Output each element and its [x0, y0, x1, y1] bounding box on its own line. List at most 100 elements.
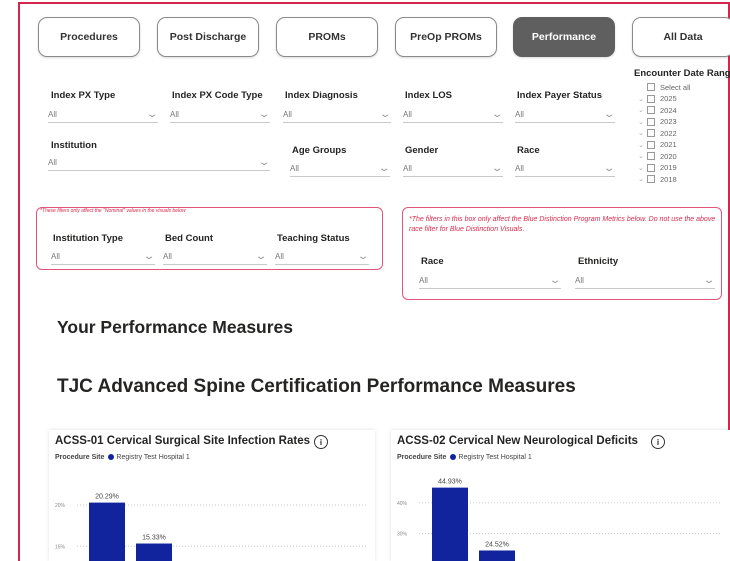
encounter-date-range-title: Encounter Date Range — [634, 68, 730, 79]
gender-label: Gender — [405, 145, 439, 156]
acss02-chart: 40% 30% 44.93% 24.52% — [397, 479, 722, 561]
info-icon[interactable]: i — [314, 435, 328, 449]
acss02-legend: Procedure Site Registry Test Hospital 1 — [397, 454, 532, 461]
index-payer-status-dropdown[interactable]: All ⌄ — [515, 107, 615, 123]
date-year-checkbox[interactable]: ⌄ 2019 — [638, 163, 677, 173]
bar[interactable] — [479, 550, 515, 561]
chevron-down-icon: ⌄ — [377, 163, 391, 174]
chevron-down-icon: ⌄ — [702, 275, 716, 286]
blue-distinction-note: *The filters in this box only affect the… — [409, 216, 716, 233]
institution-dropdown[interactable]: All ⌄ — [48, 155, 270, 171]
expand-chevron-icon[interactable]: ⌄ — [638, 152, 647, 160]
dropdown-value: All — [283, 110, 292, 119]
teaching-status-dropdown[interactable]: All ⌄ — [275, 249, 369, 265]
index-diagnosis-dropdown[interactable]: All ⌄ — [283, 107, 391, 123]
y-tick-label: 30% — [397, 532, 408, 538]
chevron-down-icon: ⌄ — [142, 251, 156, 262]
dropdown-value: All — [403, 164, 412, 173]
index-payer-status-label: Index Payer Status — [517, 90, 603, 101]
dropdown-value: All — [575, 276, 584, 285]
bed-count-dropdown[interactable]: All ⌄ — [163, 249, 267, 265]
date-year-checkbox[interactable]: ⌄ 2024 — [638, 105, 677, 115]
nav-procedures-button[interactable]: Procedures — [38, 17, 140, 57]
expand-chevron-icon[interactable]: ⌄ — [638, 106, 647, 114]
index-px-type-dropdown[interactable]: All ⌄ — [48, 107, 158, 123]
data-label: 44.93% — [438, 479, 462, 486]
expand-chevron-icon[interactable]: ⌄ — [638, 129, 647, 137]
checkbox-icon[interactable] — [647, 175, 655, 183]
chevron-down-icon: ⌄ — [145, 109, 159, 120]
teaching-status-label: Teaching Status — [277, 233, 350, 244]
date-year-checkbox[interactable]: ⌄ 2022 — [638, 128, 677, 138]
nav-preop-proms-button[interactable]: PreOp PROMs — [395, 17, 497, 57]
race-dropdown[interactable]: All ⌄ — [515, 161, 615, 177]
dropdown-value: All — [163, 252, 172, 261]
your-performance-heading: Your Performance Measures — [57, 317, 294, 337]
acss02-chart-title: ACSS-02 Cervical New Neurological Defici… — [397, 435, 638, 447]
nav-performance-button[interactable]: Performance — [513, 17, 615, 57]
age-groups-dropdown[interactable]: All ⌄ — [290, 161, 390, 177]
legend-title: Procedure Site — [397, 454, 447, 461]
checkbox-label: 2019 — [660, 163, 677, 172]
dropdown-value: All — [515, 110, 524, 119]
legend-series: Registry Test Hospital 1 — [116, 454, 190, 461]
checkbox-label: 2022 — [660, 128, 677, 138]
chevron-down-icon: ⌄ — [548, 275, 562, 286]
bar[interactable] — [432, 487, 468, 561]
index-px-code-type-label: Index PX Code Type — [172, 90, 263, 101]
bd-race-dropdown[interactable]: All ⌄ — [419, 273, 561, 289]
checkbox-icon[interactable] — [647, 117, 655, 126]
checkbox-icon[interactable] — [647, 94, 655, 103]
tjc-heading: TJC Advanced Spine Certification Perform… — [57, 376, 576, 397]
acss02-chart-card: 40% 30% 44.93% 24.52% ACSS-02 Cervical New … — [391, 430, 730, 561]
expand-chevron-icon[interactable]: ⌄ — [638, 95, 647, 103]
nominal-filters-note: *These filters only affect the "Nominal"… — [40, 208, 186, 214]
acss01-chart-card: 20% 15% 20.29% 15.33% ACSS-01 Cervical Surg… — [49, 430, 375, 561]
nav-all-data-button[interactable]: All Data — [632, 17, 730, 57]
checkbox-label: 2018 — [660, 174, 677, 184]
dropdown-value: All — [170, 110, 179, 119]
nav-post-discharge-button[interactable]: Post Discharge — [157, 17, 259, 57]
dropdown-value: All — [275, 252, 284, 261]
checkbox-icon[interactable] — [647, 106, 655, 114]
chevron-down-icon: ⌄ — [254, 251, 268, 262]
chevron-down-icon: ⌄ — [602, 109, 616, 120]
expand-chevron-icon[interactable]: ⌄ — [638, 175, 647, 183]
chevron-down-icon: ⌄ — [257, 157, 271, 168]
date-year-checkbox[interactable]: ⌄ 2018 — [638, 174, 677, 184]
acss01-chart-title: ACSS-01 Cervical Surgical Site Infection… — [55, 435, 311, 447]
nav-proms-button[interactable]: PROMs — [276, 17, 378, 57]
index-los-dropdown[interactable]: All ⌄ — [403, 107, 503, 123]
expand-chevron-icon[interactable]: ⌄ — [638, 164, 647, 172]
y-tick-label: 20% — [55, 503, 66, 509]
date-year-checkbox[interactable]: ⌄ 2020 — [638, 151, 677, 161]
data-label: 24.52% — [485, 541, 509, 548]
checkbox-label: 2021 — [660, 140, 677, 149]
checkbox-icon[interactable] — [647, 83, 655, 91]
bar[interactable] — [136, 543, 172, 561]
index-los-label: Index LOS — [405, 90, 452, 101]
index-px-code-type-dropdown[interactable]: All ⌄ — [170, 107, 270, 123]
acss01-legend: Procedure Site Registry Test Hospital 1 — [55, 454, 190, 461]
checkbox-icon[interactable] — [647, 152, 655, 160]
legend-series: Registry Test Hospital 1 — [458, 454, 532, 461]
date-year-checkbox[interactable]: ⌄ 2021 — [638, 140, 677, 150]
date-year-checkbox[interactable]: ⌄ 2025 — [638, 94, 677, 104]
expand-chevron-icon[interactable]: ⌄ — [638, 141, 647, 149]
chevron-down-icon: ⌄ — [490, 109, 504, 120]
info-icon[interactable]: i — [651, 435, 665, 449]
gender-dropdown[interactable]: All ⌄ — [403, 161, 503, 177]
date-year-checkbox[interactable]: ⌄ 2023 — [638, 117, 677, 127]
expand-chevron-icon[interactable]: ⌄ — [638, 118, 647, 126]
institution-type-dropdown[interactable]: All ⌄ — [51, 249, 155, 265]
date-select-all-checkbox[interactable]: Select all — [638, 82, 690, 92]
checkbox-label: 2024 — [660, 105, 677, 115]
y-tick-label: 40% — [397, 501, 408, 507]
bar[interactable] — [89, 502, 125, 561]
index-diagnosis-label: Index Diagnosis — [285, 90, 358, 101]
chevron-down-icon: ⌄ — [356, 251, 370, 262]
checkbox-icon[interactable] — [647, 140, 655, 149]
checkbox-icon[interactable] — [647, 129, 655, 137]
checkbox-icon[interactable] — [647, 163, 655, 172]
bd-ethnicity-dropdown[interactable]: All ⌄ — [575, 273, 715, 289]
